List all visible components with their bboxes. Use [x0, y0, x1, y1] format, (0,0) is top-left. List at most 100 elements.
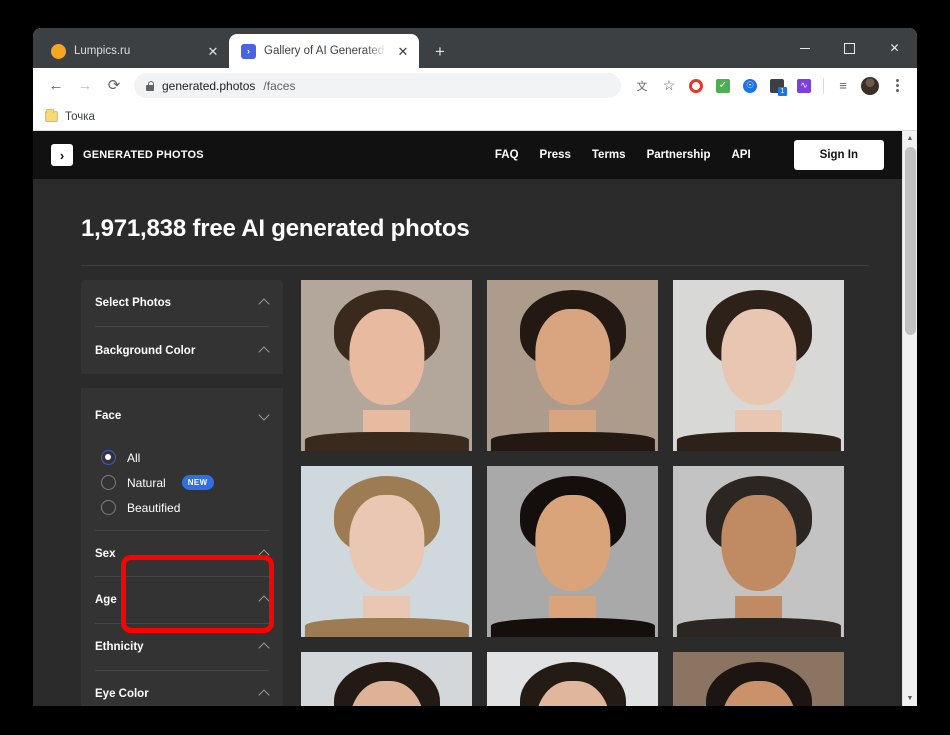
photo-card[interactable]: [487, 280, 658, 451]
minimize-button[interactable]: [782, 28, 827, 68]
radio-option-beautified[interactable]: Beautified: [101, 495, 269, 520]
sign-in-button[interactable]: Sign In: [793, 140, 884, 170]
chevron-up-icon: [259, 346, 269, 356]
toolbar-divider: [823, 77, 824, 94]
filter-face-header[interactable]: Face: [95, 392, 269, 439]
main-content: Select Photos Background Color Face All …: [33, 266, 902, 706]
window-controls: ✕: [782, 28, 917, 68]
close-window-button[interactable]: ✕: [872, 28, 917, 68]
orange-dot-icon: [51, 43, 66, 59]
photo-gallery: [301, 280, 902, 706]
chevron-up-icon: [259, 642, 269, 652]
photo-card[interactable]: [673, 466, 844, 637]
filter-select-photos[interactable]: Select Photos: [95, 280, 269, 327]
page-title: 1,971,838 free AI generated photos: [81, 215, 470, 242]
filter-eye-color[interactable]: Eye Color: [95, 671, 269, 706]
radio-button[interactable]: [101, 500, 116, 515]
radio-label: Natural: [127, 475, 166, 490]
tab-title: Lumpics.ru: [74, 45, 131, 57]
folder-icon: [45, 109, 58, 122]
reload-icon[interactable]: ⟳: [101, 73, 127, 99]
close-icon[interactable]: ✕: [205, 43, 221, 59]
face-radio-group: All Natural NEW Beautified: [95, 439, 269, 530]
lock-icon: [146, 80, 155, 91]
filter-label: Eye Color: [95, 688, 149, 700]
filter-label: Ethnicity: [95, 641, 144, 653]
filter-sex[interactable]: Sex: [95, 530, 269, 577]
radio-option-all[interactable]: All: [101, 445, 269, 470]
logo-text: GENERATED PHOTOS: [83, 149, 204, 161]
filter-section-face: Face All Natural NEW Beautified: [95, 388, 269, 530]
filter-age[interactable]: Age: [95, 577, 269, 624]
chevron-right-logo-icon: ›: [51, 144, 73, 166]
bookmark-item-tochka[interactable]: Точка: [65, 111, 95, 123]
nav-item-terms[interactable]: Terms: [592, 149, 626, 161]
chevron-up-icon: [259, 689, 269, 699]
page-scrollbar[interactable]: ▲ ▼: [902, 131, 917, 706]
photo-card[interactable]: [301, 652, 472, 706]
web-page: › GENERATED PHOTOS FAQ Press Terms Partn…: [33, 131, 902, 706]
filter-label: Age: [95, 594, 117, 606]
hero-section: 1,971,838 free AI generated photos: [33, 179, 902, 243]
purple-extension-icon[interactable]: ∿: [792, 74, 816, 98]
filter-label: Sex: [95, 547, 116, 560]
address-bar[interactable]: generated.photos/faces: [134, 73, 621, 98]
maximize-button[interactable]: [827, 28, 872, 68]
photo-card[interactable]: [487, 466, 658, 637]
forward-icon[interactable]: →: [72, 73, 98, 99]
radio-label: Beautified: [127, 500, 181, 515]
chevron-up-icon: [259, 549, 269, 559]
globe-extension-icon[interactable]: ☉: [738, 74, 762, 98]
radio-option-natural[interactable]: Natural NEW: [101, 470, 269, 495]
new-tab-button[interactable]: +: [427, 38, 453, 64]
filters-sidebar: Select Photos Background Color Face All …: [81, 280, 283, 706]
nav-item-api[interactable]: API: [731, 149, 750, 161]
scroll-down-icon[interactable]: ▼: [903, 691, 917, 706]
photo-card[interactable]: [673, 652, 844, 706]
radio-button[interactable]: [101, 475, 116, 490]
site-header: › GENERATED PHOTOS FAQ Press Terms Partn…: [33, 131, 902, 179]
translate-icon[interactable]: 文: [630, 74, 654, 98]
site-nav: FAQ Press Terms Partnership API Sign In: [495, 140, 884, 170]
extension-badge-count: 1: [778, 86, 787, 96]
filter-label: Face: [95, 409, 122, 422]
sidebar-section-gap: [81, 374, 283, 388]
photo-card[interactable]: [673, 280, 844, 451]
close-icon[interactable]: ✕: [395, 43, 411, 59]
chevron-up-icon: [259, 298, 269, 308]
bookmark-star-icon[interactable]: ☆: [657, 74, 681, 98]
page-viewport: › GENERATED PHOTOS FAQ Press Terms Partn…: [33, 131, 917, 706]
photo-card[interactable]: [301, 280, 472, 451]
profile-avatar[interactable]: [858, 74, 882, 98]
photo-card[interactable]: [301, 466, 472, 637]
browser-tab-lumpics[interactable]: Lumpics.ru ✕: [39, 34, 229, 68]
generated-photos-icon: ›: [241, 43, 256, 59]
opera-extension-icon[interactable]: [684, 74, 708, 98]
chevron-down-icon: [259, 411, 269, 421]
filter-ethnicity[interactable]: Ethnicity: [95, 624, 269, 671]
reading-list-icon[interactable]: ≡: [831, 74, 855, 98]
tab-title: Gallery of AI Generated Faces | G: [264, 45, 387, 57]
nav-item-faq[interactable]: FAQ: [495, 149, 519, 161]
box-extension-icon[interactable]: 1: [765, 74, 789, 98]
url-domain: generated.photos: [162, 78, 256, 93]
site-logo[interactable]: › GENERATED PHOTOS: [51, 144, 204, 166]
browser-tab-generated-photos[interactable]: › Gallery of AI Generated Faces | G ✕: [229, 34, 419, 68]
nav-item-press[interactable]: Press: [540, 149, 571, 161]
scroll-up-icon[interactable]: ▲: [903, 131, 917, 146]
filter-label: Select Photos: [95, 297, 172, 309]
nav-item-partnership[interactable]: Partnership: [647, 149, 711, 161]
browser-toolbar: ← → ⟳ generated.photos/faces 文 ☆ ✓ ☉ 1 ∿…: [33, 68, 917, 103]
checkmark-extension-icon[interactable]: ✓: [711, 74, 735, 98]
radio-button[interactable]: [101, 450, 116, 465]
new-badge: NEW: [181, 475, 214, 490]
bookmarks-bar: Точка: [33, 103, 917, 131]
photo-card[interactable]: [487, 652, 658, 706]
chrome-menu-icon[interactable]: [885, 74, 909, 98]
chevron-up-icon: [259, 595, 269, 605]
radio-label: All: [127, 450, 141, 465]
tab-strip: Lumpics.ru ✕ › Gallery of AI Generated F…: [33, 28, 917, 68]
scrollbar-thumb[interactable]: [905, 147, 916, 335]
filter-background-color[interactable]: Background Color: [95, 327, 269, 374]
back-icon[interactable]: ←: [43, 73, 69, 99]
